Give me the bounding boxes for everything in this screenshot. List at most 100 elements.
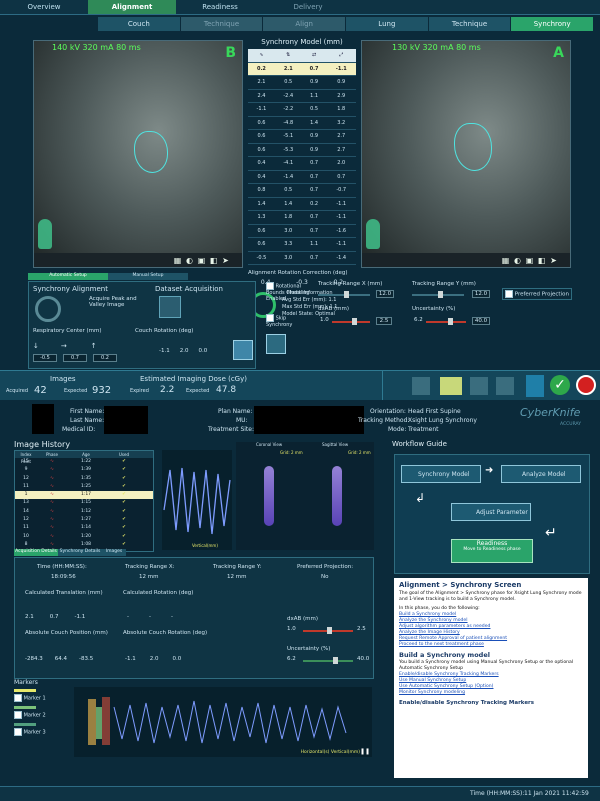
used-check-icon[interactable]: ✔ [105,533,143,541]
marker-2-checkbox[interactable] [14,711,22,719]
uncertainty-detail-label: Uncertainty (%) [287,646,331,652]
preferred-projection-checkbox[interactable] [505,290,513,298]
marker-2[interactable]: Marker 2 [14,706,64,719]
resp-value: 0.2 [93,354,117,362]
tracking-x-value[interactable]: 12.0 [376,290,394,298]
dxab-min: 1.0 [320,317,329,323]
tab-automatic-setup[interactable]: Automatic Setup [28,273,108,280]
table-row[interactable]: 11 ∿ 1:25 ✔ [15,483,153,491]
subtab-technique-2[interactable]: Technique [428,17,511,31]
marker-3-checkbox[interactable] [14,728,22,736]
table-cell: -0.5 [248,251,275,265]
help-link[interactable]: Proceed to the next treatment phase [399,642,583,648]
tracking-y-slider[interactable] [412,291,464,298]
used-check-icon[interactable]: ✔ [105,466,143,474]
pause-icon[interactable]: ❚❚ [360,748,370,755]
used-check-icon[interactable]: ✔ [105,508,143,516]
camera-icon[interactable] [412,377,430,395]
xray-right[interactable]: 130 kV 320 mA 80 ms A ▦ ◐ ▣ ◧ ➤ [361,40,571,268]
setup-panel: Automatic Setup Manual Setup Synchrony A… [28,273,256,369]
table-cell: 0.6 [248,129,275,144]
invert-icon[interactable]: ◧ [537,256,546,265]
status-divider [382,371,383,401]
table-row[interactable]: 13 ∿ 1:15 ✔ [15,499,153,507]
marker-1-checkbox[interactable] [14,694,22,702]
table-row[interactable]: 12 ∿ 1:27 ✔ [15,516,153,524]
index-cell: 9 [24,467,28,473]
table-row: 0.4 -1.4 0.7 0.7 [248,170,356,184]
table-cell: 0.5 [274,75,302,90]
adjust-parameter-step[interactable]: Adjust Parameter [451,503,531,521]
rot-bounds-checkbox[interactable] [266,282,274,290]
marker-3[interactable]: Marker 3 [14,723,64,736]
tab-readiness[interactable]: Readiness [176,0,264,14]
table-cell: -1.1 [326,210,356,225]
uncertainty-slider[interactable] [426,318,466,325]
preferred-projection[interactable]: Preferred Projection [502,288,572,300]
table-row[interactable]: 1 ∿ 1:17 ✔ [15,491,153,500]
gantry-icon[interactable] [470,377,488,395]
sync-alignment-icon[interactable] [35,296,61,322]
analyze-model-step[interactable]: Analyze Model [501,465,581,483]
help-panel[interactable]: Alignment > Synchrony Screen The goal of… [394,578,588,778]
contrast-icon[interactable]: ◐ [513,256,522,265]
subtab-synchrony[interactable]: Synchrony [511,17,594,31]
contrast-icon[interactable]: ◐ [185,256,194,265]
tracking-x-slider[interactable] [318,291,370,298]
tab-synchrony-details[interactable]: Synchrony Details [58,549,102,556]
pointer-icon[interactable]: ➤ [549,256,558,265]
stop-button[interactable] [576,375,596,395]
uncertainty-value[interactable]: 40.0 [472,317,490,325]
tab-alignment[interactable]: Alignment [88,0,176,14]
apply-rotation-button[interactable] [233,340,253,360]
couch-icon[interactable] [440,377,462,395]
dxab-slider[interactable] [332,318,370,325]
dataset-icon[interactable] [159,296,181,318]
site-label: Treatment Site: [208,426,254,433]
subtab-lung[interactable]: Lung [346,17,428,31]
checker-icon[interactable]: ▦ [173,256,182,265]
tab-overview[interactable]: Overview [0,0,88,14]
used-check-icon[interactable]: ✔ [105,483,143,491]
table-row[interactable]: 14 ∿ 1:12 ✔ [15,508,153,516]
trash-icon[interactable] [266,334,286,354]
tracking-panel: Tracking Range X (mm) 12.0 Tracking Rang… [316,281,596,331]
invert-icon[interactable]: ◧ [209,256,218,265]
dxab-value[interactable]: 2.5 [376,317,392,325]
synchrony-model-step[interactable]: Synchrony Model [401,465,481,483]
tab-images[interactable]: Images [102,549,126,556]
used-check-icon[interactable]: ✔ [105,475,143,483]
help-heading: Build a Synchrony model [399,651,490,659]
table-row[interactable]: 9 ∿ 1:39 ✔ [15,466,153,474]
marker-1[interactable]: Marker 1 [14,689,64,702]
tracking-y-value[interactable]: 12.0 [472,290,490,298]
tab-delivery[interactable]: Delivery [264,0,352,14]
skip-sync-checkbox[interactable] [266,314,274,322]
pointer-icon[interactable]: ➤ [221,256,230,265]
table-cell: 3.2 [326,116,356,130]
align-icon[interactable] [526,375,544,397]
subtab-technique-1[interactable]: Technique [180,17,263,31]
checker-icon[interactable]: ▦ [501,256,510,265]
table-row[interactable]: 11 ∿ 1:14 ✔ [15,524,153,532]
xray-right-label: 130 kV 320 mA 80 ms [392,43,481,52]
tab-acquisition-details[interactable]: Acquisition Details [14,549,58,556]
table-row[interactable]: 15 ∿ 1:22 ✔ [15,458,153,466]
table-row[interactable]: 12 ∿ 1:35 ✔ [15,475,153,483]
readiness-step[interactable]: Readiness Move to Readiness phase [451,539,533,563]
used-check-icon[interactable]: ✔ [105,516,143,524]
approve-button[interactable]: ✓ [550,375,570,395]
help-link[interactable]: Monitor Synchrony modeling [399,690,583,696]
table-row[interactable]: 10 ∿ 1:20 ✔ [15,533,153,541]
xray-left[interactable]: 140 kV 320 mA 80 ms B ▦ ◐ ▣ ◧ ➤ [33,40,243,268]
bars-icon[interactable] [496,377,514,395]
used-check-icon[interactable]: ✔ [105,499,143,507]
subtab-align[interactable]: Align [263,17,346,31]
used-check-icon[interactable]: ✔ [105,491,143,499]
used-check-icon[interactable]: ✔ [105,524,143,532]
subtab-couch[interactable]: Couch [98,17,180,31]
used-check-icon[interactable]: ✔ [105,458,143,466]
grid-icon[interactable]: ▣ [197,256,206,265]
grid-icon[interactable]: ▣ [525,256,534,265]
tab-manual-setup[interactable]: Manual Setup [108,273,188,280]
